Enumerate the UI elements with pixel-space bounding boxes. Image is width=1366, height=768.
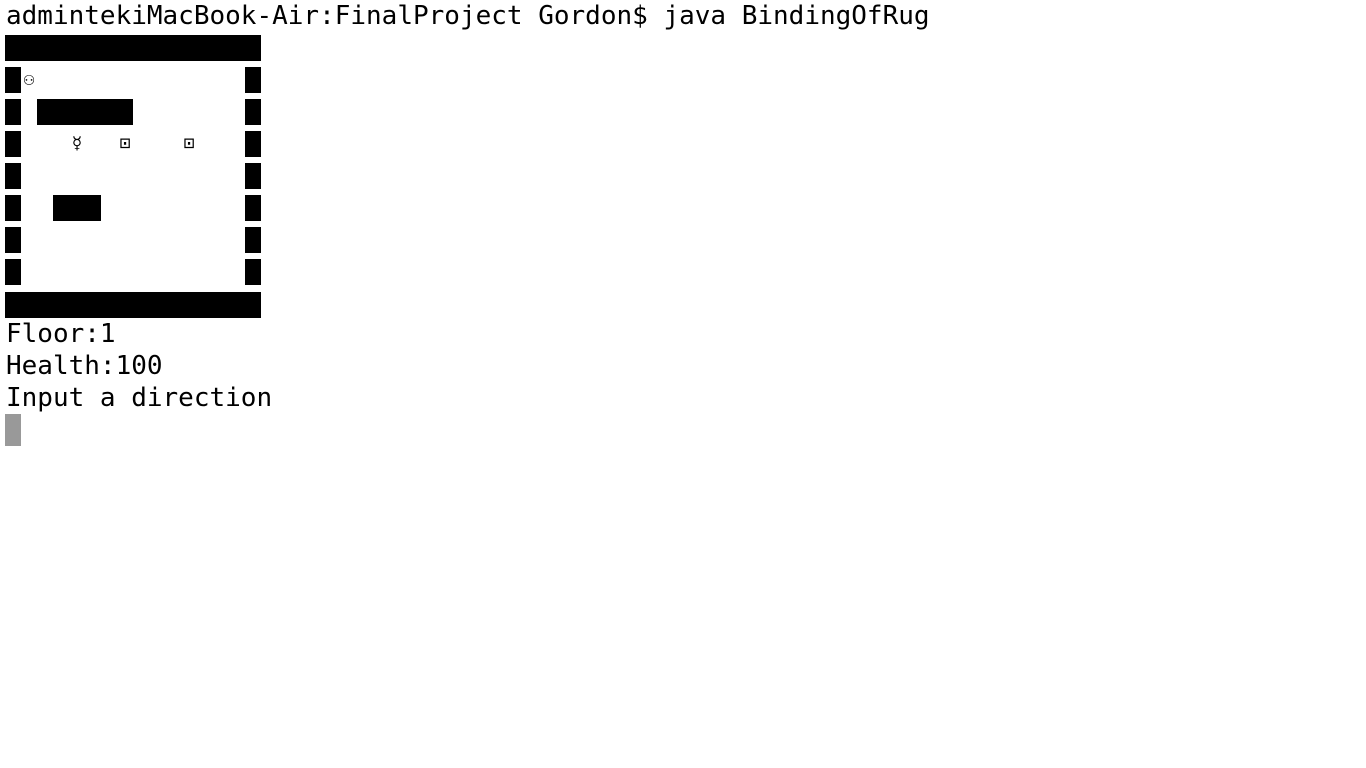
wall-right-segment bbox=[245, 99, 261, 125]
wall-right-segment bbox=[245, 227, 261, 253]
floor-status: Floor:1 bbox=[6, 319, 116, 349]
health-status: Health:100 bbox=[6, 351, 163, 381]
wall-left-segment bbox=[5, 195, 21, 221]
box-item-icon: ⊡ bbox=[183, 133, 195, 154]
wall-right-segment bbox=[245, 67, 261, 93]
mercury-item-icon: ☿ bbox=[71, 133, 83, 154]
wall-right-segment bbox=[245, 259, 261, 285]
obstacle-rock bbox=[37, 99, 133, 125]
command-line: admintekiMacBook-Air:FinalProject Gordon… bbox=[6, 1, 930, 31]
player-icon: ⚇ bbox=[23, 69, 35, 90]
text-cursor[interactable] bbox=[5, 414, 21, 446]
direction-prompt: Input a direction bbox=[6, 383, 273, 413]
box-item-icon: ⊡ bbox=[119, 133, 131, 154]
obstacle-rock bbox=[53, 195, 101, 221]
wall-left-segment bbox=[5, 67, 21, 93]
wall-left-segment bbox=[5, 163, 21, 189]
wall-bottom bbox=[5, 292, 261, 318]
wall-top bbox=[5, 35, 261, 61]
wall-right-segment bbox=[245, 131, 261, 157]
wall-left-segment bbox=[5, 99, 21, 125]
wall-left-segment bbox=[5, 131, 21, 157]
wall-right-segment bbox=[245, 163, 261, 189]
wall-left-segment bbox=[5, 227, 21, 253]
wall-left-segment bbox=[5, 259, 21, 285]
terminal-window[interactable]: admintekiMacBook-Air:FinalProject Gordon… bbox=[0, 0, 1366, 768]
wall-right-segment bbox=[245, 195, 261, 221]
game-map: ⚇ ☿ ⊡ ⊡ bbox=[5, 35, 261, 318]
